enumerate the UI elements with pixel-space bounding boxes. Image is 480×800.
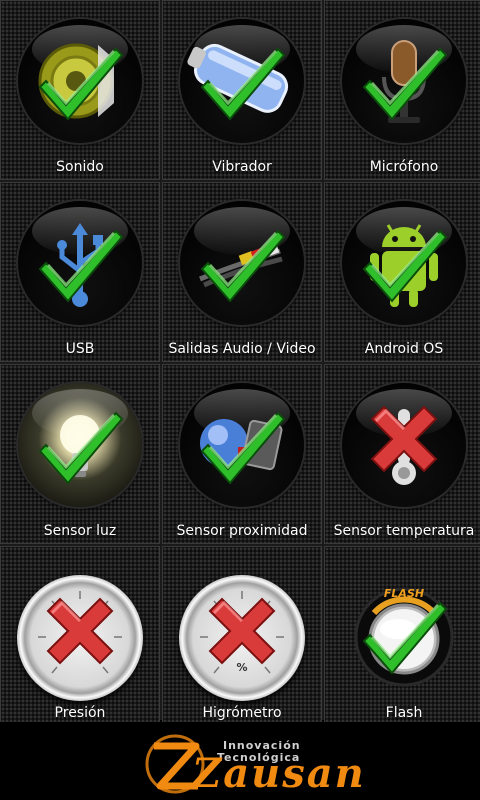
tile-presion[interactable]: Presión (0, 546, 160, 726)
tile-sonido[interactable]: Sonido (0, 0, 160, 180)
check-icon (200, 47, 286, 121)
footer-logo-bar: Innovación Tecnológica Zausan (0, 722, 480, 800)
logo-wordmark: Zausan (192, 750, 366, 797)
tile-flash[interactable]: FLASH Flash (324, 546, 480, 726)
tile-vibrador[interactable]: Vibrador (162, 0, 322, 180)
cross-icon (46, 597, 114, 665)
tile-label: Sensor proximidad (176, 523, 308, 539)
tile-label: Sensor temperatura (333, 523, 475, 539)
cross-icon (208, 597, 276, 665)
sensor-grid: Sonido Vibrador Micrófono USB Salidas Au… (0, 0, 480, 726)
check-icon (362, 47, 448, 121)
tile-label: USB (65, 341, 95, 357)
check-icon (362, 601, 448, 675)
tile-label: Sonido (56, 159, 104, 175)
tile-label: Presión (54, 705, 106, 721)
tile-label: Micrófono (369, 159, 439, 175)
check-icon (362, 229, 448, 303)
tile-salidas-audio-video[interactable]: Salidas Audio / Video (162, 182, 322, 362)
check-icon (38, 411, 124, 485)
tile-usb[interactable]: USB (0, 182, 160, 362)
tile-higrometro[interactable]: % Higrómetro (162, 546, 322, 726)
tile-label: Android OS (364, 341, 444, 357)
tile-label: Sensor luz (43, 523, 117, 539)
cross-icon (370, 405, 438, 473)
tile-android-os[interactable]: Android OS (324, 182, 480, 362)
tile-sensor-temperatura[interactable]: Sensor temperatura (324, 364, 480, 544)
check-icon (200, 411, 286, 485)
tile-label: Salidas Audio / Video (168, 341, 316, 357)
tile-label: Flash (385, 705, 423, 721)
tile-label: Vibrador (212, 159, 272, 175)
tile-label: Higrómetro (202, 705, 282, 721)
check-icon (38, 229, 124, 303)
check-icon (200, 229, 286, 303)
tile-sensor-proximidad[interactable]: Sensor proximidad (162, 364, 322, 544)
tile-sensor-luz[interactable]: Sensor luz (0, 364, 160, 544)
tile-microfono[interactable]: Micrófono (324, 0, 480, 180)
check-icon (38, 47, 124, 121)
